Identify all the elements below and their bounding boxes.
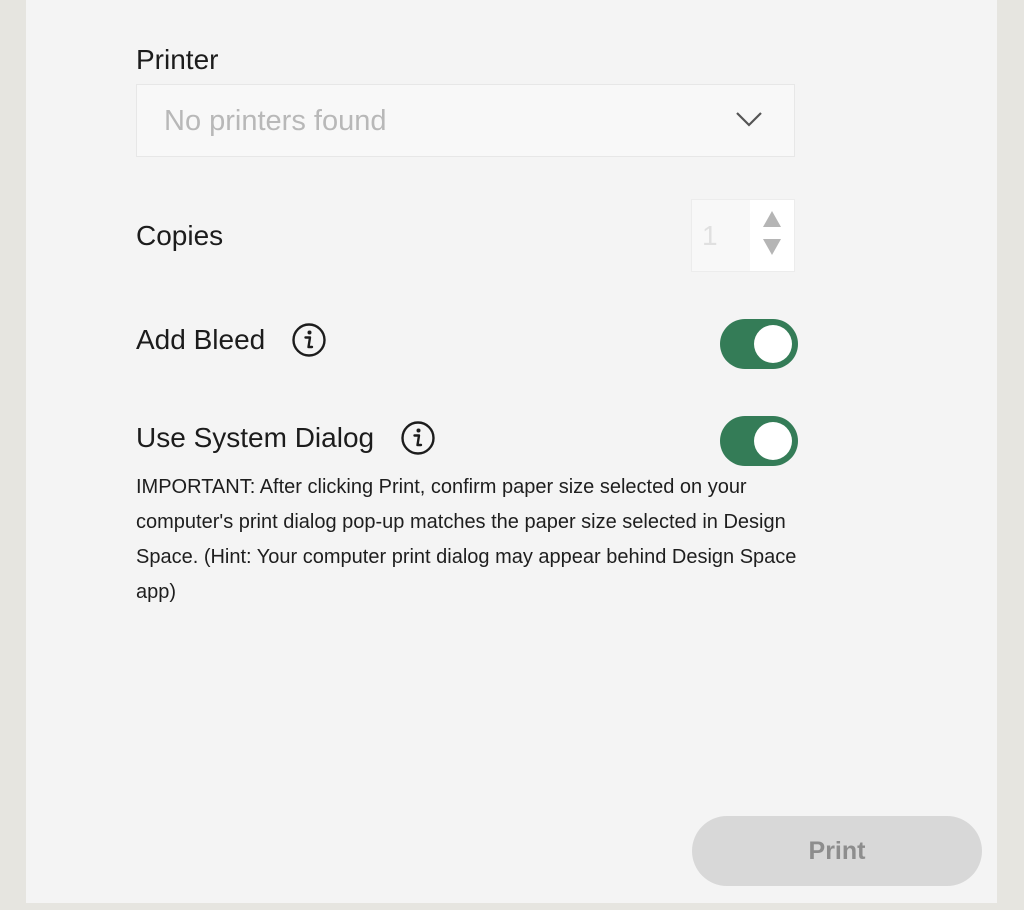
triangle-down-icon[interactable] bbox=[758, 236, 786, 258]
copies-stepper[interactable]: 1 bbox=[691, 199, 795, 272]
add-bleed-toggle[interactable] bbox=[720, 319, 798, 369]
system-dialog-label: Use System Dialog bbox=[136, 422, 375, 453]
info-icon[interactable] bbox=[291, 322, 327, 358]
system-dialog-note: IMPORTANT: After clicking Print, confirm… bbox=[136, 476, 797, 603]
print-button[interactable]: Print bbox=[692, 816, 982, 886]
stepper-buttons bbox=[750, 200, 794, 271]
system-dialog-row: Use System Dialog bbox=[136, 420, 436, 456]
toggle-knob bbox=[754, 422, 792, 460]
print-settings-panel: Printer No printers found Copies 1 Add B… bbox=[26, 0, 997, 903]
copies-label: Copies bbox=[136, 220, 224, 251]
printer-label: Printer bbox=[136, 44, 219, 75]
triangle-up-icon[interactable] bbox=[758, 208, 786, 230]
printer-select-value: No printers found bbox=[164, 105, 387, 137]
printer-select[interactable]: No printers found bbox=[136, 84, 795, 157]
system-dialog-toggle[interactable] bbox=[720, 416, 798, 466]
copies-value[interactable]: 1 bbox=[702, 220, 718, 252]
add-bleed-label: Add Bleed bbox=[136, 324, 266, 355]
info-icon[interactable] bbox=[400, 420, 436, 456]
add-bleed-row: Add Bleed bbox=[136, 322, 327, 358]
chevron-down-icon bbox=[736, 112, 762, 127]
toggle-knob bbox=[754, 325, 792, 363]
